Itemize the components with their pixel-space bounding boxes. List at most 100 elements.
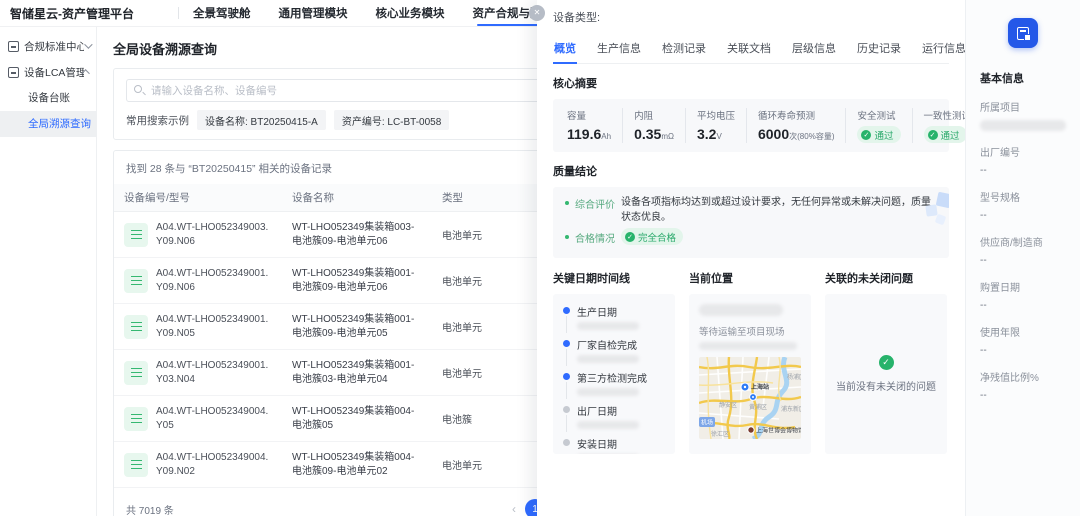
svg-text:机场: 机场 [701,419,713,427]
timeline-item: 厂家自检完成 [563,337,665,363]
field-service-life: 使用年限 -- [980,324,1066,356]
tab-runtime-info[interactable]: 运行信息 [921,37,967,63]
timeline-item: 安装日期 [563,436,665,454]
quality-conclusion-box: 综合评价 设备各项指标均达到或超过设计要求，无任何异常或未解决问题，质量状态优良… [553,187,949,258]
sidebar-item-compliance-center[interactable]: 合规标准中心 [0,33,96,59]
tab-history[interactable]: 历史记录 [856,37,902,63]
timeline-dot [563,439,570,446]
chevron-down-icon [84,40,92,48]
field-supplier: 供应商/制造商 -- [980,234,1066,266]
document-icon [1017,27,1029,40]
timeline-dot [563,340,570,347]
timeline-dot [563,406,570,413]
compliance-center-icon [8,41,19,52]
top-nav: 全景驾驶舱 通用管理模块 核心业务模块 资产合规与溯源 [193,0,553,26]
decorative-cubes-icon [913,191,949,231]
pass-badge: 通过 [924,126,967,143]
core-summary-metrics: 容量 119.6Ah 内阻 0.35mΩ 平均电压 3.2V 循环寿命预测 60… [553,99,949,152]
sidebar-item-global-trace[interactable]: 全局溯源查询 [0,111,96,137]
device-list-icon [124,223,148,247]
field-factory-no: 出厂编号 -- [980,144,1066,176]
tab-production-info[interactable]: 生产信息 [596,37,642,63]
sidebar-item-device-lca[interactable]: 设备LCA管理 [0,59,96,85]
timeline-title: 关键日期时间线 [553,270,675,286]
timeline-dot [563,307,570,314]
metric-capacity: 容量 119.6Ah [565,108,622,143]
info-panel: 基本信息 所属项目 出厂编号 -- 型号规格 -- 供应商/制造商 -- 购置日… [965,0,1080,516]
svg-text:上海站: 上海站 [751,383,769,391]
device-type-label: 设备类型: [553,0,949,25]
redacted-location-detail [699,342,797,350]
check-circle-icon [879,355,894,370]
evaluation-text: 设备各项指标均达到或超过设计要求，无任何异常或未解决问题，质量状态优良。 [621,196,937,225]
svg-text:徐汇区: 徐汇区 [711,430,729,438]
issues-card: 当前没有未关闭的问题 [825,294,947,454]
timeline-dot [563,373,570,380]
bullet-dot [565,201,569,205]
device-list-icon [124,407,148,431]
device-list-icon [124,269,148,293]
redacted-date [577,421,639,429]
quality-title: 质量结论 [553,163,949,179]
redacted-location-name [699,304,783,316]
qualified-badge: 完全合格 [621,228,683,245]
example-tag-asset-code[interactable]: 资产编号: LC-BT-0058 [334,110,449,130]
sidebar-item-device-ledger[interactable]: 设备台账 [0,85,96,111]
detail-drawer: 设备类型: 概览 生产信息 检测记录 关联文档 层级信息 历史记录 运行信息 故… [537,0,965,516]
svg-text:上海世博会博物馆: 上海世博会博物馆 [756,427,801,435]
pagination-prev-icon[interactable]: ‹ [512,502,516,516]
field-model-spec: 型号规格 -- [980,189,1066,221]
nav-core-business[interactable]: 核心业务模块 [376,0,445,26]
timeline-item: 生产日期 [563,304,665,330]
redacted-date [577,388,639,396]
evaluation-label: 综合评价 [575,196,615,211]
location-status: 等待运输至项目现场 [699,324,801,338]
col-header-type: 类型 [432,184,547,212]
tab-overview[interactable]: 概览 [553,37,577,63]
pass-badge: 通过 [857,126,900,143]
svg-text:静安区: 静安区 [719,401,737,409]
search-icon [134,85,142,93]
example-tag-device-name[interactable]: 设备名称: BT20250415-A [197,110,326,130]
timeline-item: 第三方检测完成 [563,370,665,396]
nav-dashboard[interactable]: 全景驾驶舱 [193,0,251,26]
tab-inspection-records[interactable]: 检测记录 [661,37,707,63]
close-icon[interactable] [529,5,545,21]
field-residual-ratio: 净残值比例% -- [980,369,1066,401]
no-issues-text: 当前没有未关闭的问题 [836,378,936,393]
location-map[interactable]: 机场 杨浦区 静安区 黄浦区 浦东新区 徐汇区 上海站 上海世博会博物馆 [699,357,801,439]
tab-related-docs[interactable]: 关联文档 [726,37,772,63]
svg-text:浦东新区: 浦东新区 [781,405,801,413]
device-list-icon [124,361,148,385]
metric-internal-resistance: 内阻 0.35mΩ [622,108,685,143]
check-icon [625,232,635,242]
field-project: 所属项目 [980,99,1066,131]
core-summary-title: 核心摘要 [553,75,949,91]
check-icon [928,130,938,140]
status-label: 合格情况 [575,230,615,245]
timeline-item: 出厂日期 [563,403,665,429]
device-list-icon [124,453,148,477]
device-list-icon [124,315,148,339]
metric-safety-test: 安全测试 通过 [845,108,911,143]
col-header-code: 设备编号/型号 [114,184,282,212]
col-header-name: 设备名称 [282,184,432,212]
bullet-dot [565,235,569,239]
drawer-tabs: 概览 生产信息 检测记录 关联文档 层级信息 历史记录 运行信息 故障预警 [553,37,949,64]
check-icon [861,130,871,140]
header-divider [178,7,179,19]
redacted-date [577,322,639,330]
sidebar: 合规标准中心 设备LCA管理 设备台账 全局溯源查询 [0,27,97,516]
basic-info-title: 基本信息 [980,70,1066,86]
svg-text:杨浦区: 杨浦区 [787,373,801,381]
redacted-date [577,355,639,363]
examples-label: 常用搜索示例 [126,113,189,128]
location-title: 当前位置 [689,270,811,286]
basic-info-button[interactable] [1008,18,1038,48]
issues-title: 关联的未关闭问题 [825,270,947,286]
nav-general-modules[interactable]: 通用管理模块 [279,0,348,26]
tab-hierarchy-info[interactable]: 层级信息 [791,37,837,63]
location-card: 等待运输至项目现场 [689,294,811,454]
svg-text:黄浦区: 黄浦区 [749,403,767,411]
pagination-total: 共 7019 条 [126,502,174,516]
